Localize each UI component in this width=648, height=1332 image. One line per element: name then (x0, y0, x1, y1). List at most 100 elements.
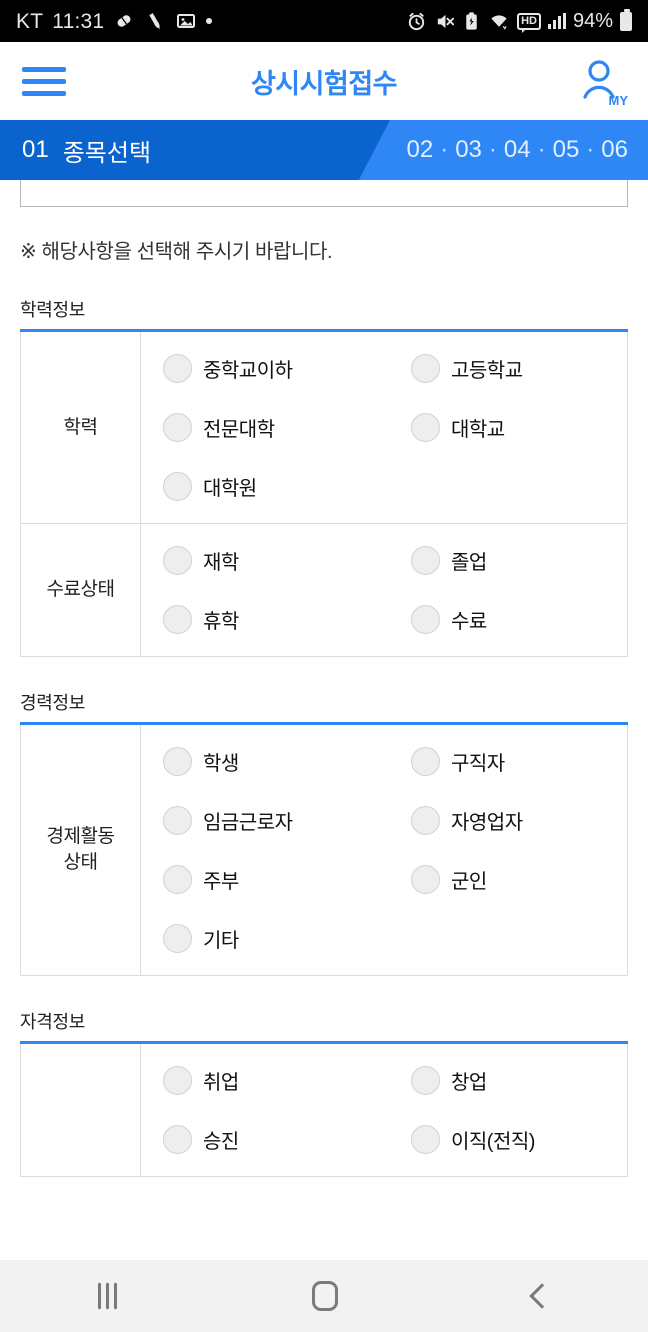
section-label: 경력정보 (20, 693, 86, 713)
radio-option[interactable]: 구직자 (411, 747, 627, 776)
radio-button-icon[interactable] (163, 472, 192, 501)
radio-option[interactable]: 승진 (163, 1125, 411, 1154)
radio-option-label: 취업 (203, 1072, 239, 1094)
radio-option-label: 고등학교 (451, 360, 523, 382)
radio-option[interactable]: 주부 (163, 865, 411, 894)
step-number-03[interactable]: 03 (455, 136, 482, 164)
my-account-button[interactable]: MY (574, 55, 628, 108)
radio-option-label: 구직자 (451, 753, 505, 775)
row-options-cell: 재학 졸업휴학 수료 (140, 523, 628, 657)
hd-icon: HD (517, 12, 541, 33)
radio-button-icon[interactable] (163, 1125, 192, 1154)
radio-button-icon[interactable] (163, 747, 192, 776)
radio-button-icon[interactable] (411, 747, 440, 776)
radio-option-label: 전문대학 (203, 419, 275, 441)
radio-button-icon[interactable] (411, 354, 440, 383)
wifi-icon (488, 11, 510, 32)
radio-option[interactable]: 자영업자 (411, 806, 627, 835)
carrier-label: KT (16, 9, 44, 33)
battery-icon (620, 8, 632, 31)
radio-option-label: 대학원 (203, 478, 257, 500)
radio-option[interactable]: 고등학교 (411, 354, 627, 383)
back-icon[interactable] (528, 1283, 555, 1309)
image-icon (175, 10, 197, 32)
radio-option-label: 대학교 (451, 419, 505, 441)
radio-option[interactable]: 이직(전직) (411, 1125, 627, 1154)
radio-option-label: 승진 (203, 1131, 239, 1153)
radio-button-icon[interactable] (163, 605, 192, 634)
radio-option[interactable]: 학생 (163, 747, 411, 776)
row-header-cell: 경제활동 상태 (20, 723, 141, 976)
hamburger-icon[interactable] (22, 66, 66, 96)
radio-option[interactable]: 임금근로자 (163, 806, 411, 835)
radio-option[interactable]: 전문대학 (163, 413, 411, 442)
partial-input-field[interactable] (20, 180, 628, 207)
radio-option[interactable]: 취업 (163, 1066, 411, 1095)
form-section: 경력정보경제활동 상태 학생 구직자임금근로자 자영업자주부 군인기타 (20, 689, 628, 976)
radio-button-icon[interactable] (163, 413, 192, 442)
radio-button-icon[interactable] (411, 1125, 440, 1154)
step-separator: · (537, 136, 546, 163)
radio-option[interactable]: 대학교 (411, 413, 627, 442)
home-icon[interactable] (311, 1281, 338, 1311)
radio-option[interactable]: 수료 (411, 605, 627, 634)
step-separator: · (440, 136, 449, 163)
radio-group: 재학 졸업휴학 수료 (163, 546, 627, 634)
step-number-05[interactable]: 05 (553, 136, 580, 164)
radio-group: 학생 구직자임금근로자 자영업자주부 군인기타 (163, 747, 627, 953)
status-bar-right: HD 94% (406, 8, 632, 33)
radio-button-icon[interactable] (163, 354, 192, 383)
radio-button-icon[interactable] (163, 865, 192, 894)
pill-icon (113, 10, 135, 32)
radio-option[interactable]: 휴학 (163, 605, 411, 634)
form-sections: 학력정보 학력 중학교이하 고등학교 전문대학 대학교 대학원 수료상태 재학 졸업 휴학 수료 경력정… (0, 296, 648, 1177)
mute-icon (434, 11, 455, 32)
radio-button-icon[interactable] (411, 1066, 440, 1095)
radio-button-icon[interactable] (163, 806, 192, 835)
radio-option-label: 군인 (451, 871, 487, 893)
form-section: 자격정보 취업 창업 승진 이직(전직) (20, 1008, 628, 1177)
radio-button-icon[interactable] (411, 605, 440, 634)
step-current[interactable]: 01 종목선택 (22, 120, 151, 180)
row-header-cell: 학력 (20, 330, 141, 524)
step-separator: · (488, 136, 497, 163)
step-number-02[interactable]: 02 (406, 136, 433, 164)
row-options-cell: 중학교이하 고등학교전문대학 대학교대학원 (140, 330, 628, 524)
radio-option[interactable]: 중학교이하 (163, 354, 411, 383)
android-nav-bar (0, 1260, 648, 1332)
recents-icon[interactable] (97, 1283, 117, 1309)
radio-option[interactable]: 대학원 (163, 472, 411, 501)
row-options-cell: 학생 구직자임금근로자 자영업자주부 군인기타 (140, 723, 628, 976)
radio-option-label: 휴학 (203, 611, 239, 633)
radio-option[interactable]: 창업 (411, 1066, 627, 1095)
row-header-cell (20, 1042, 141, 1177)
radio-button-icon[interactable] (163, 924, 192, 953)
table-row: 취업 창업승진 이직(전직) (20, 1042, 628, 1177)
radio-button-icon[interactable] (411, 413, 440, 442)
radio-option-label: 졸업 (451, 552, 487, 574)
radio-group: 중학교이하 고등학교전문대학 대학교대학원 (163, 354, 627, 501)
radio-option[interactable]: 졸업 (411, 546, 627, 575)
radio-button-icon[interactable] (163, 1066, 192, 1095)
scroll-content[interactable]: ※ 해당사항을 선택해 주시기 바랍니다. 학력정보 학력 중학교이하 고등학교 전문대… (0, 180, 648, 1260)
radio-button-icon[interactable] (163, 546, 192, 575)
radio-option-label: 기타 (203, 930, 239, 952)
radio-option[interactable]: 재학 (163, 546, 411, 575)
phone-screen: KT 11:31 HD 94% 상시시험접수 MY 01 종목선택 02 · 0… (0, 0, 648, 1332)
radio-button-icon[interactable] (411, 546, 440, 575)
radio-option-label: 중학교이하 (203, 360, 293, 382)
radio-button-icon[interactable] (411, 806, 440, 835)
radio-option[interactable]: 기타 (163, 924, 411, 953)
step-current-number: 01 (22, 136, 49, 163)
step-number-06[interactable]: 06 (601, 136, 628, 164)
radio-option-label: 수료 (451, 611, 487, 633)
form-section: 학력정보 학력 중학교이하 고등학교 전문대학 대학교 대학원 수료상태 재학 졸업 휴학 수료 (20, 296, 628, 657)
radio-option-label: 자영업자 (451, 812, 523, 834)
radio-button-icon[interactable] (411, 865, 440, 894)
radio-group: 취업 창업승진 이직(전직) (163, 1066, 627, 1154)
step-current-name: 종목선택 (62, 139, 152, 167)
radio-option[interactable]: 군인 (411, 865, 627, 894)
status-bar: KT 11:31 HD 94% (0, 0, 648, 42)
step-remaining-list: 02 · 03 · 04 · 05 · 06 (406, 120, 628, 180)
step-number-04[interactable]: 04 (504, 136, 531, 164)
